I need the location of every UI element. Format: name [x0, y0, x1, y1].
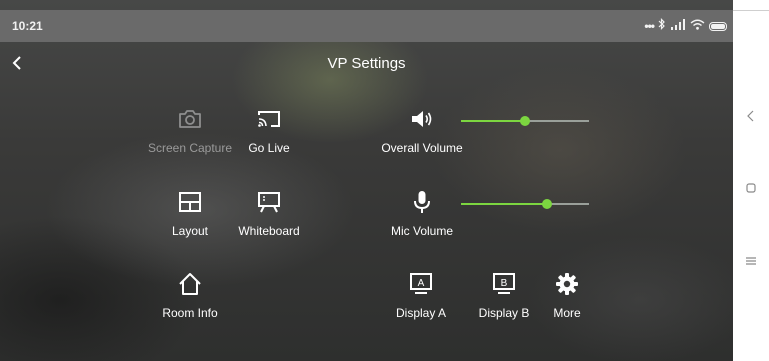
more-label: More [553, 306, 581, 320]
nav-back-button[interactable] [743, 108, 759, 124]
display-a-badge: A [418, 278, 425, 289]
battery-icon [709, 21, 727, 31]
app-screen: 10:21 ••• VP Settings Screen Capture Go … [0, 0, 733, 361]
status-time: 10:21 [12, 19, 43, 33]
monitor-a-icon: A [410, 273, 432, 294]
mic-volume-label: Mic Volume [390, 224, 454, 238]
overall-volume-label: Overall Volume [381, 141, 463, 155]
whiteboard-button[interactable]: Whiteboard [224, 189, 314, 238]
slider-fill [461, 120, 525, 122]
more-dots-icon: ••• [644, 19, 655, 33]
go-live-button[interactable]: Go Live [224, 106, 314, 155]
microphone-icon [414, 191, 430, 213]
gear-icon [556, 273, 578, 295]
room-info-button[interactable]: Room Info [145, 271, 235, 320]
go-live-label: Go Live [248, 141, 290, 155]
menu-icon [746, 257, 756, 265]
mic-volume-slider[interactable] [461, 197, 589, 211]
nav-menu-button[interactable] [743, 253, 759, 269]
slider-fill [461, 203, 547, 205]
divider [733, 10, 769, 11]
display-a-label: Display A [395, 306, 447, 320]
nav-home-button[interactable] [743, 180, 759, 196]
screen-capture-button[interactable]: Screen Capture [145, 106, 235, 155]
slider-knob[interactable] [541, 199, 552, 209]
status-icons: ••• [644, 18, 727, 34]
display-b-badge: B [501, 278, 508, 289]
layout-grid-icon [179, 192, 201, 212]
cast-icon [258, 111, 280, 127]
whiteboard-icon [258, 192, 280, 213]
screen-capture-label: Screen Capture [147, 141, 233, 155]
wifi-icon [690, 17, 705, 35]
status-bar: 10:21 ••• [0, 10, 733, 42]
more-button[interactable]: More [522, 271, 612, 320]
bluetooth-icon [658, 17, 666, 35]
page-title: VP Settings [327, 55, 406, 72]
mic-volume-button[interactable]: Mic Volume [377, 189, 467, 238]
whiteboard-label: Whiteboard [238, 224, 300, 238]
overall-volume-button[interactable]: Overall Volume [377, 106, 467, 155]
speaker-icon [412, 111, 432, 127]
overall-volume-slider[interactable] [461, 114, 589, 128]
layout-label: Layout [171, 224, 209, 238]
home-icon [179, 273, 201, 295]
monitor-b-icon: B [493, 273, 515, 294]
system-nav-bar [733, 0, 769, 361]
camera-icon [179, 110, 201, 128]
signal-icon [670, 17, 686, 35]
home-square-icon [746, 183, 756, 193]
room-info-label: Room Info [162, 306, 218, 320]
back-icon [747, 110, 754, 122]
layout-button[interactable]: Layout [145, 189, 235, 238]
display-a-button[interactable]: A Display A [376, 271, 466, 320]
slider-knob[interactable] [520, 116, 530, 126]
